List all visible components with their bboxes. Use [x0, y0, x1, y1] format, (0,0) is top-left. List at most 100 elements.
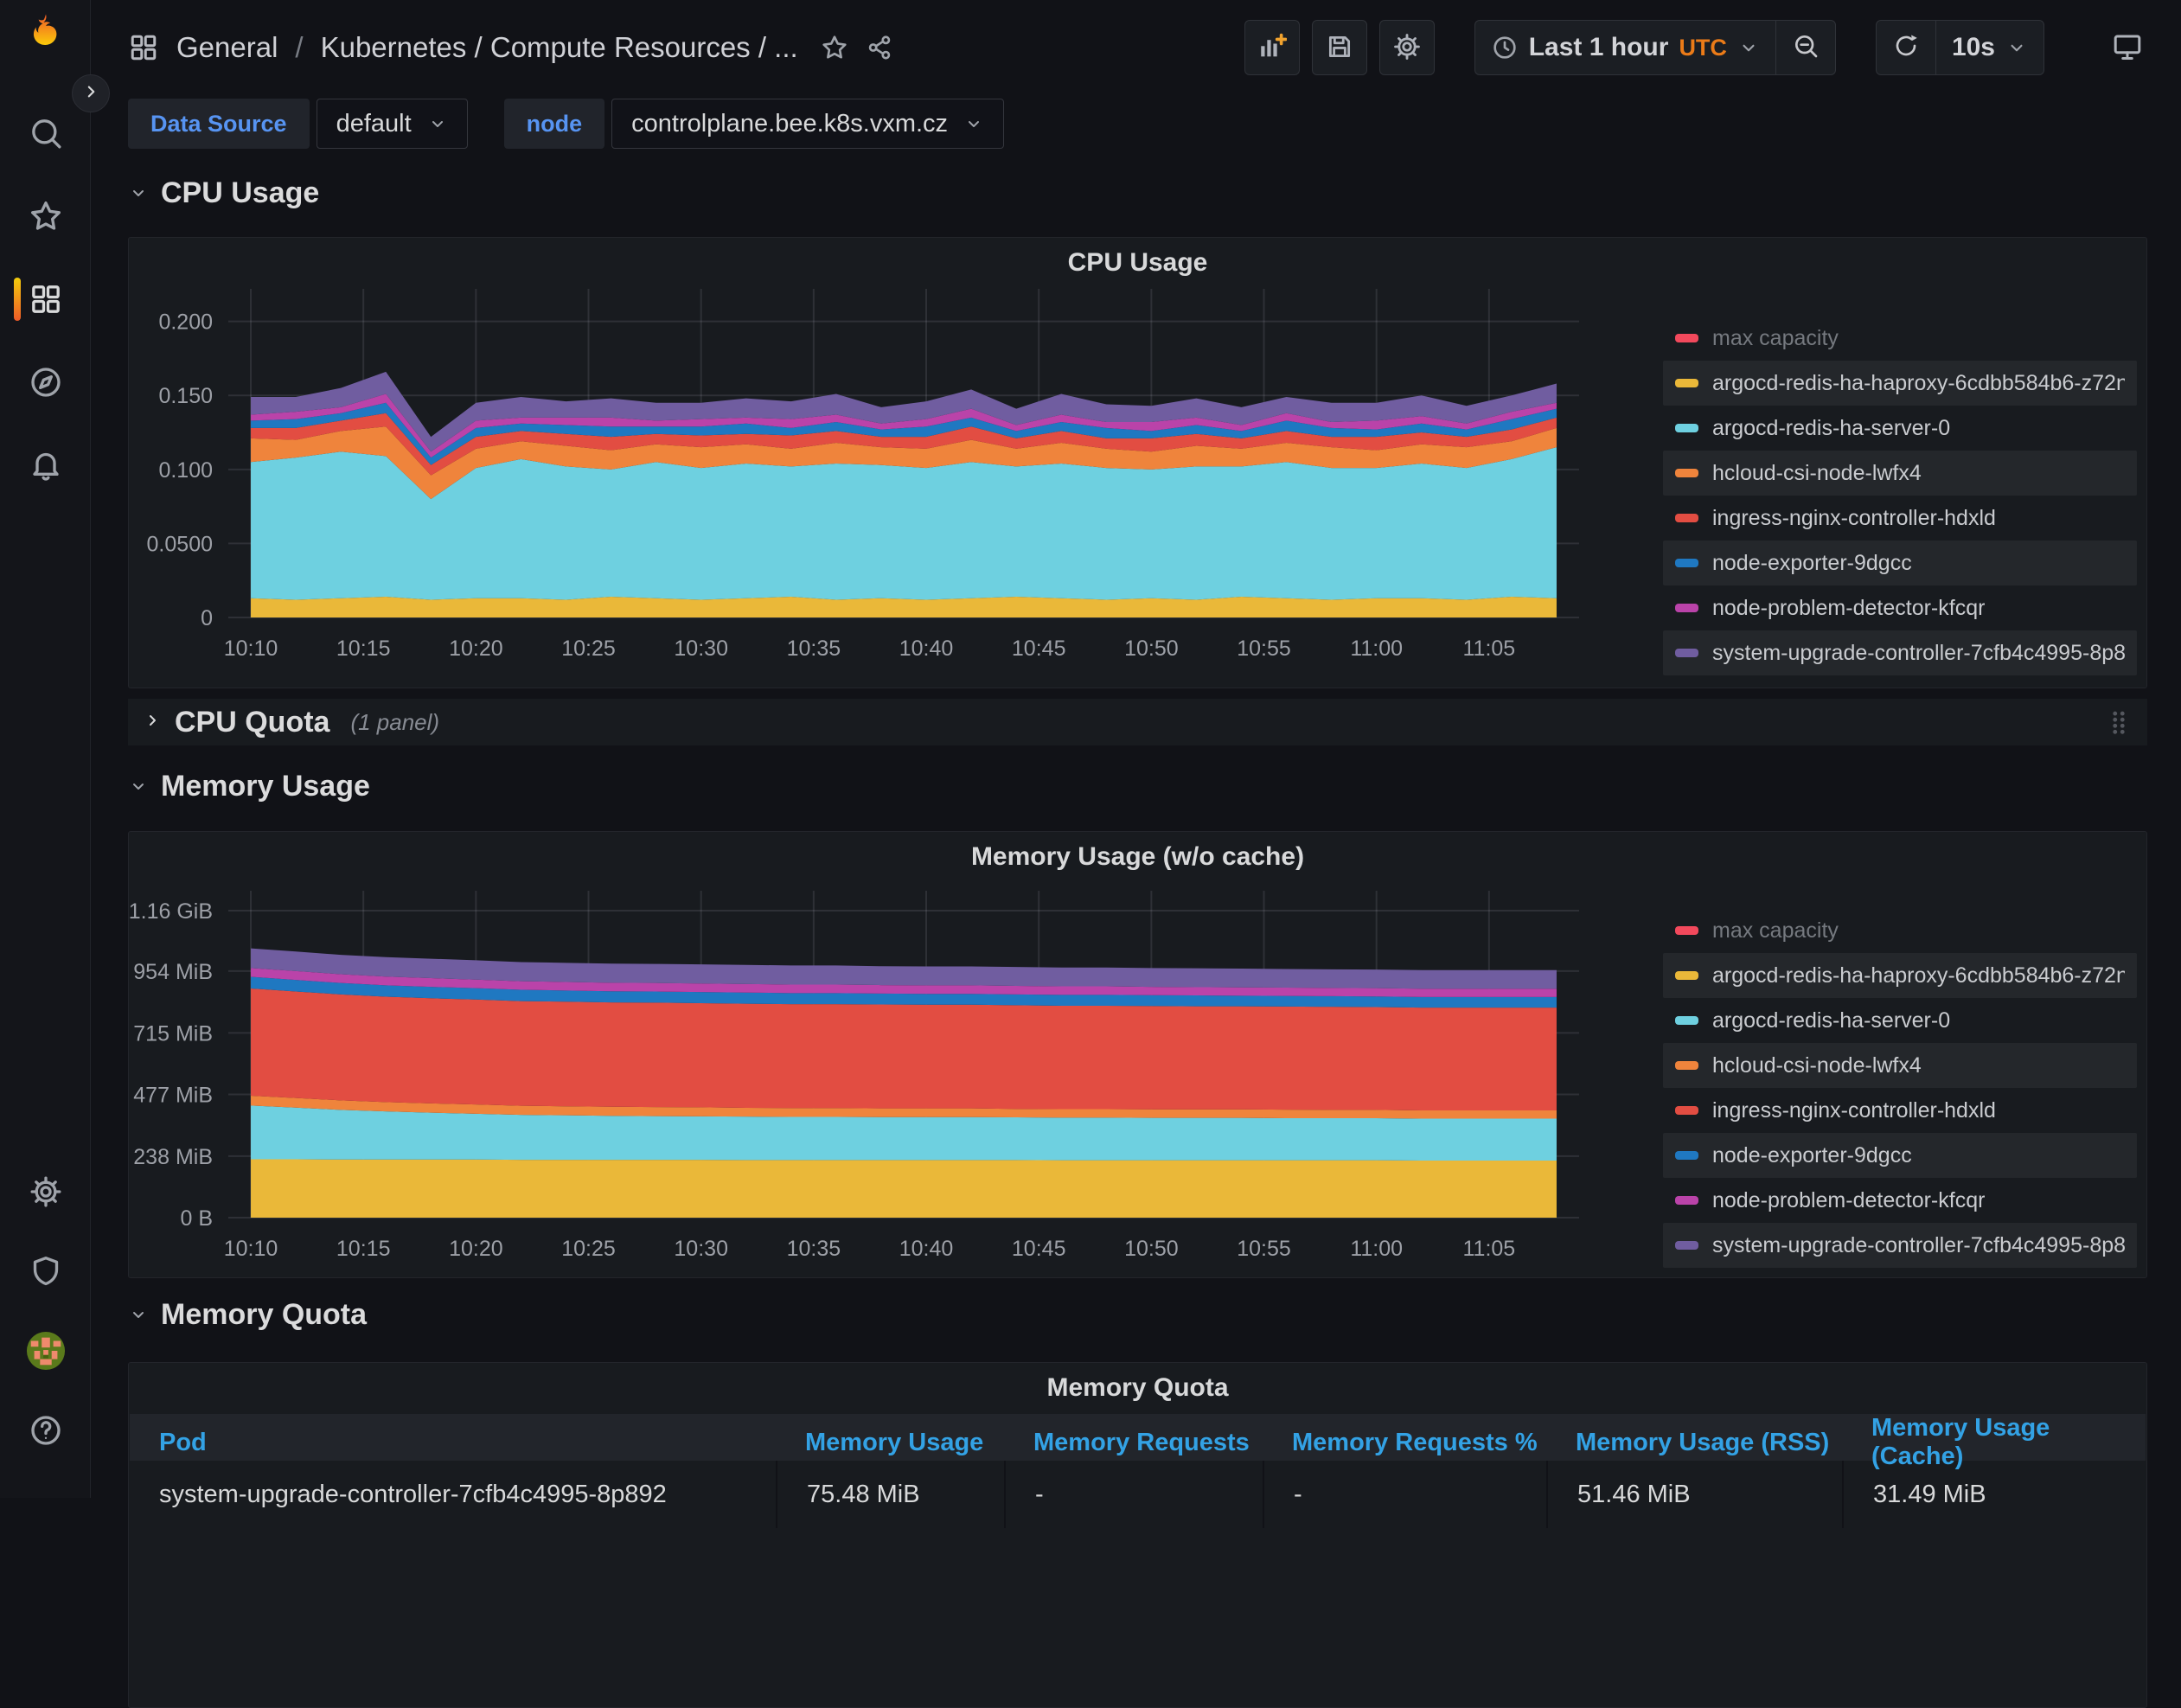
svg-text:10:45: 10:45 — [1012, 1237, 1066, 1261]
table-cell: 31.49 MiB — [1842, 1461, 2120, 1528]
sidebar-item-search[interactable] — [0, 114, 91, 152]
sidebar-expand-button[interactable] — [72, 74, 110, 112]
legend-item[interactable]: max capacity — [1663, 316, 2137, 361]
memory-quota-panel-title[interactable]: Memory Quota — [129, 1363, 2146, 1403]
legend-item[interactable]: argocd-redis-ha-server-0 — [1663, 406, 2137, 451]
svg-text:10:10: 10:10 — [224, 637, 278, 661]
legend-swatch — [1675, 649, 1698, 657]
refresh-interval-picker[interactable]: 10s — [1935, 21, 2043, 74]
table-body: system-upgrade-controller-7cfb4c4995-8p8… — [130, 1461, 2146, 1528]
legend-swatch — [1675, 334, 1698, 342]
legend-label: node-problem-detector-kfcqr — [1712, 596, 1985, 621]
legend-label: max capacity — [1712, 326, 1839, 351]
favorite-star-icon[interactable] — [821, 34, 848, 61]
help-icon — [29, 1413, 63, 1448]
legend-label: argocd-redis-ha-server-0 — [1712, 1008, 1950, 1033]
svg-text:954 MiB: 954 MiB — [133, 960, 213, 984]
legend-item[interactable]: argocd-redis-ha-server-0 — [1663, 998, 2137, 1043]
section-header-cpu-quota[interactable]: CPU Quota (1 panel) — [128, 699, 2147, 745]
cog-icon — [29, 1174, 63, 1209]
sidebar-item-avatar[interactable] — [0, 1332, 91, 1370]
section-title: CPU Usage — [161, 176, 319, 210]
sidebar-top-icons — [0, 114, 91, 484]
svg-text:0.100: 0.100 — [158, 458, 213, 483]
legend-swatch — [1675, 469, 1698, 477]
sidebar-item-star[interactable] — [0, 197, 91, 235]
chevron-down-icon — [963, 113, 984, 134]
svg-text:10:15: 10:15 — [336, 637, 391, 661]
section-header-cpu-usage[interactable]: CPU Usage — [128, 170, 319, 216]
legend-item[interactable]: argocd-redis-ha-haproxy-6cdbb584b6-z72nt — [1663, 953, 2137, 998]
svg-text:11:00: 11:00 — [1350, 1237, 1403, 1261]
svg-text:477 MiB: 477 MiB — [133, 1083, 213, 1107]
legend-item[interactable]: ingress-nginx-controller-hdxld — [1663, 1088, 2137, 1133]
add-panel-button[interactable] — [1244, 20, 1300, 75]
section-header-memory-quota[interactable]: Memory Quota — [128, 1291, 367, 1338]
section-title: Memory Quota — [161, 1298, 367, 1332]
section-header-memory-usage[interactable]: Memory Usage — [128, 763, 370, 809]
zoom-out-button[interactable] — [1775, 21, 1835, 74]
variable-node-value[interactable]: controlplane.bee.k8s.vxm.cz — [611, 99, 1004, 149]
table-cell: 51.46 MiB — [1546, 1461, 1842, 1528]
panel-count-label: (1 panel) — [350, 709, 439, 736]
legend-item[interactable]: system-upgrade-controller-7cfb4c4995-8p8… — [1663, 1223, 2137, 1268]
time-range-picker[interactable]: Last 1 hour UTC — [1475, 21, 1775, 74]
table-cell: - — [1004, 1461, 1263, 1528]
sidebar-item-compass[interactable] — [0, 363, 91, 401]
drag-handle-icon[interactable] — [2104, 707, 2133, 737]
cpu-usage-legend: max capacity argocd-redis-ha-haproxy-6cdb… — [1663, 316, 2137, 675]
chevron-down-icon — [128, 182, 149, 203]
breadcrumb-separator: / — [295, 31, 303, 64]
sidebar-item-help[interactable] — [0, 1411, 91, 1449]
svg-text:10:55: 10:55 — [1237, 1237, 1291, 1261]
svg-text:10:30: 10:30 — [674, 637, 728, 661]
dashboard-settings-button[interactable] — [1379, 20, 1435, 75]
legend-swatch — [1675, 379, 1698, 387]
compass-icon — [29, 365, 63, 400]
legend-item[interactable]: ingress-nginx-controller-hdxld — [1663, 496, 2137, 541]
memory-usage-legend: max capacity argocd-redis-ha-haproxy-6cdb… — [1663, 908, 2137, 1268]
refresh-button[interactable] — [1877, 21, 1935, 74]
svg-text:0 B: 0 B — [180, 1206, 213, 1231]
legend-swatch — [1675, 1061, 1698, 1070]
breadcrumb-dashboard[interactable]: Kubernetes / Compute Resources / ... — [321, 31, 798, 64]
legend-label: argocd-redis-ha-haproxy-6cdbb584b6-z72nt — [1712, 963, 2125, 988]
legend-label: node-exporter-9dgcc — [1712, 551, 1912, 576]
chevron-down-icon — [427, 113, 448, 134]
save-dashboard-button[interactable] — [1312, 20, 1367, 75]
legend-item[interactable]: hcloud-csi-node-lwfx4 — [1663, 1043, 2137, 1088]
memory-quota-table: PodMemory UsageMemory RequestsMemory Req… — [130, 1414, 2146, 1528]
memory-usage-panel: Memory Usage (w/o cache) 0 B238 MiB477 M… — [128, 831, 2147, 1278]
legend-item[interactable]: hcloud-csi-node-lwfx4 — [1663, 451, 2137, 496]
grafana-logo[interactable] — [22, 10, 69, 57]
variable-datasource-value[interactable]: default — [317, 99, 468, 149]
svg-text:10:50: 10:50 — [1124, 1237, 1179, 1261]
breadcrumb-root[interactable]: General — [176, 31, 278, 64]
apps-icon — [29, 282, 63, 317]
legend-item[interactable]: system-upgrade-controller-7cfb4c4995-8p8… — [1663, 630, 2137, 675]
legend-swatch — [1675, 971, 1698, 980]
table-cell: - — [1263, 1461, 1546, 1528]
legend-label: system-upgrade-controller-7cfb4c4995-8p8… — [1712, 1233, 2125, 1258]
legend-swatch — [1675, 1196, 1698, 1205]
variable-datasource-selected: default — [336, 110, 412, 138]
svg-text:10:40: 10:40 — [899, 637, 954, 661]
sidebar-item-bell[interactable] — [0, 446, 91, 484]
sidebar-bottom-icons — [0, 1173, 91, 1449]
cycle-view-mode-button[interactable] — [2100, 20, 2155, 75]
timezone-label: UTC — [1679, 35, 1727, 61]
legend-item[interactable]: node-exporter-9dgcc — [1663, 541, 2137, 585]
legend-item[interactable]: max capacity — [1663, 908, 2137, 953]
sidebar-item-apps[interactable] — [0, 280, 91, 318]
legend-item[interactable]: node-exporter-9dgcc — [1663, 1133, 2137, 1178]
chevron-down-icon — [128, 776, 149, 796]
svg-text:10:35: 10:35 — [787, 1237, 841, 1261]
legend-item[interactable]: node-problem-detector-kfcqr — [1663, 585, 2137, 630]
share-icon[interactable] — [866, 34, 893, 61]
chevron-right-icon — [142, 710, 163, 735]
legend-item[interactable]: argocd-redis-ha-haproxy-6cdbb584b6-z72nt — [1663, 361, 2137, 406]
sidebar-item-shield[interactable] — [0, 1252, 91, 1290]
legend-item[interactable]: node-problem-detector-kfcqr — [1663, 1178, 2137, 1223]
sidebar-item-cog[interactable] — [0, 1173, 91, 1211]
legend-swatch — [1675, 1106, 1698, 1115]
